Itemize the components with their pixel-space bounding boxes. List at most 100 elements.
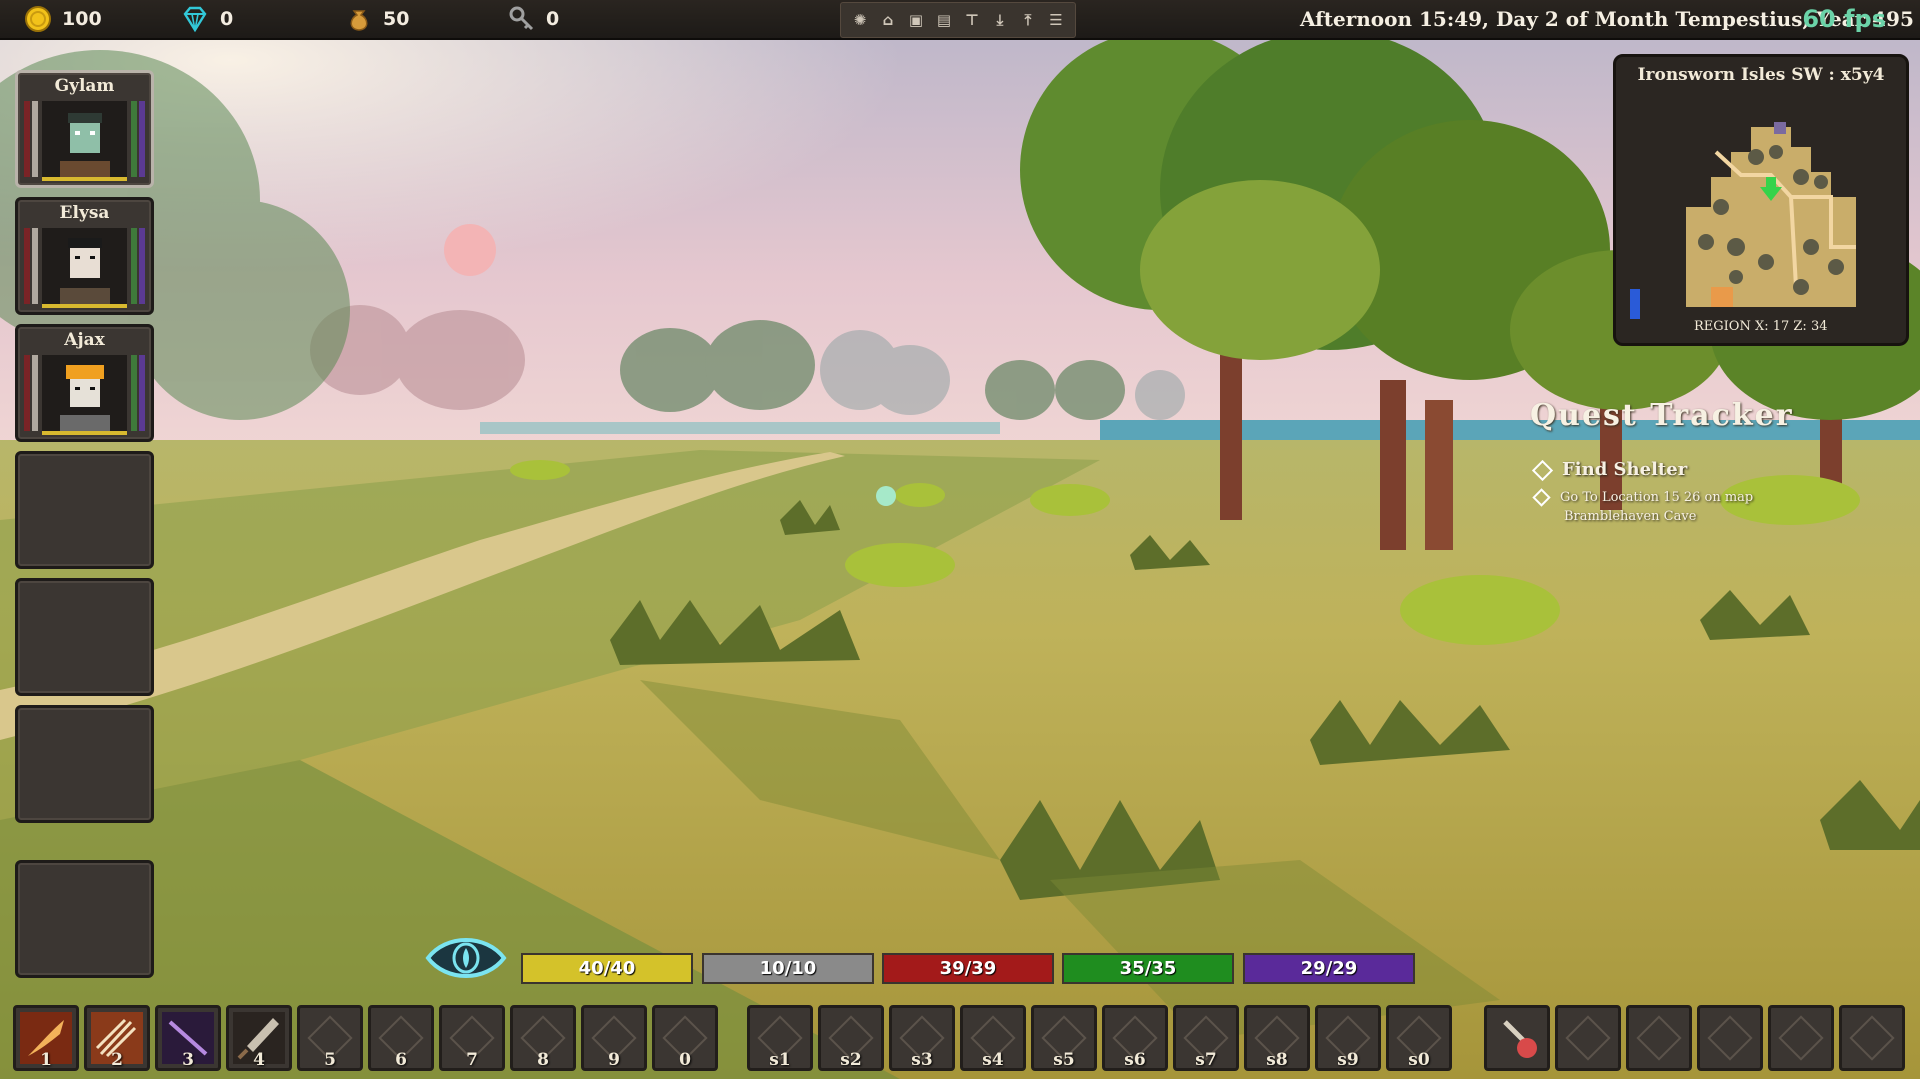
mana-bar	[131, 355, 137, 431]
magic-bar	[139, 101, 145, 177]
party-member-name: Gylam	[54, 76, 115, 96]
minimap-terrain	[1630, 122, 1856, 319]
party-slot-elysa[interactable]: Elysa	[15, 197, 154, 315]
home-icon[interactable]: ⌂	[875, 7, 901, 33]
hotbar-key: 9	[608, 1050, 620, 1070]
toolbar: ✺ ⌂ ▣ ▤ ⊤ ⤓ ⤒ ☰	[840, 2, 1076, 38]
skill-key: s1	[769, 1050, 791, 1070]
experience-bar	[42, 177, 127, 181]
chest-icon[interactable]: ▣	[903, 7, 929, 33]
hotbar-key: 1	[40, 1050, 52, 1070]
quest-entry[interactable]: Find Shelter	[1531, 459, 1688, 481]
quest-diamond-icon	[1531, 459, 1554, 481]
key-icon	[509, 6, 534, 31]
skill-slot-s0[interactable]: s0	[1386, 1005, 1452, 1071]
objective-diamond-icon	[1532, 488, 1551, 507]
hotbar-key: 2	[111, 1050, 123, 1070]
skill-slot-s8[interactable]: s8	[1244, 1005, 1310, 1071]
health-bar	[24, 101, 30, 177]
download-icon[interactable]: ⤓	[987, 7, 1013, 33]
upload-icon[interactable]: ⤒	[1015, 7, 1041, 33]
hotbar-key: 8	[537, 1050, 549, 1070]
pouch-counter: 50	[345, 0, 409, 38]
health-bar	[24, 355, 30, 431]
hotbar-slot-5[interactable]: 5	[297, 1005, 363, 1071]
hotbar-slot-4[interactable]: 4	[226, 1005, 292, 1071]
health-stat: 40/40	[521, 953, 693, 984]
item-slot-2[interactable]	[1555, 1005, 1621, 1071]
skill-key: s0	[1408, 1050, 1430, 1070]
skill-slot-s1[interactable]: s1	[747, 1005, 813, 1071]
skill-key: s8	[1266, 1050, 1288, 1070]
hotbar-key: 0	[679, 1050, 691, 1070]
empty-slot-icon	[1707, 1015, 1753, 1061]
magic-bar	[139, 228, 145, 304]
skill-slot-s7[interactable]: s7	[1173, 1005, 1239, 1071]
party-slot-empty[interactable]	[15, 860, 154, 978]
quest-name: Find Shelter	[1562, 459, 1688, 480]
hotbar-slot-0[interactable]: 0	[652, 1005, 718, 1071]
item-slot-6[interactable]	[1839, 1005, 1905, 1071]
hotbar-slot-6[interactable]: 6	[368, 1005, 434, 1071]
hotbar-key: 5	[324, 1050, 336, 1070]
skill-key: s3	[911, 1050, 933, 1070]
fps-counter: 60 fps	[1802, 5, 1886, 33]
skill-slot-s5[interactable]: s5	[1031, 1005, 1097, 1071]
eye-vision-icon[interactable]	[424, 930, 508, 986]
quest-tracker-title: Quest Tracker	[1530, 398, 1794, 433]
experience-bar	[42, 431, 127, 435]
key-counter: 0	[508, 0, 559, 38]
item-slot-3[interactable]	[1626, 1005, 1692, 1071]
item-slot-1[interactable]	[1484, 1005, 1550, 1071]
health-potion-icon	[1491, 1012, 1543, 1064]
top-bar: 100 0 50 0 ✺ ⌂ ▣ ▤ ⊤ ⤓ ⤒ ☰ Afternoon 15:…	[0, 0, 1920, 40]
skill-key: s6	[1124, 1050, 1146, 1070]
empty-slot-icon	[1565, 1015, 1611, 1061]
key-value: 0	[546, 8, 560, 30]
skill-slot-s9[interactable]: s9	[1315, 1005, 1381, 1071]
skill-slot-s6[interactable]: s6	[1102, 1005, 1168, 1071]
hotbar-slot-7[interactable]: 7	[439, 1005, 505, 1071]
health-bar	[24, 228, 30, 304]
hotbar-key: 7	[466, 1050, 478, 1070]
hotbar-slot-3[interactable]: 3	[155, 1005, 221, 1071]
party-slot-empty[interactable]	[15, 578, 154, 696]
party-slot-ajax[interactable]: Ajax	[15, 324, 154, 442]
map-icon[interactable]: ▤	[931, 7, 957, 33]
party-slot-gylam[interactable]: Gylam	[15, 70, 154, 188]
skill-slot-s4[interactable]: s4	[960, 1005, 1026, 1071]
anvil-icon[interactable]: ⊤	[959, 7, 985, 33]
pouch-value: 50	[383, 8, 410, 30]
hotbar-key: 4	[253, 1050, 265, 1070]
party-member-name: Ajax	[64, 330, 105, 350]
settings-icon[interactable]: ☰	[1043, 7, 1069, 33]
hotbar-slot-9[interactable]: 9	[581, 1005, 647, 1071]
stamina-stat: 35/35	[1062, 953, 1234, 984]
item-slot-5[interactable]	[1768, 1005, 1834, 1071]
skill-slot-s2[interactable]: s2	[818, 1005, 884, 1071]
stamina-bar	[32, 101, 38, 177]
hotbar-key: 6	[395, 1050, 407, 1070]
item-slot-4[interactable]	[1697, 1005, 1763, 1071]
hit-points-stat: 39/39	[882, 953, 1054, 984]
quest-objective: Go To Location 15 26 on map	[1532, 488, 1753, 507]
minimap-region-coords: REGION X: 17 Z: 34	[1694, 319, 1828, 334]
party-slot-empty[interactable]	[15, 451, 154, 569]
skill-key: s4	[982, 1050, 1004, 1070]
skill-slot-s3[interactable]: s3	[889, 1005, 955, 1071]
diamond-counter: 0	[180, 0, 233, 38]
brain-icon[interactable]: ✺	[847, 7, 873, 33]
hotbar-slot-8[interactable]: 8	[510, 1005, 576, 1071]
mana-bar	[131, 228, 137, 304]
minimap[interactable]: Ironsworn Isles SW : x5y4 REGION X: 17 Z…	[1613, 54, 1909, 346]
experience-bar	[42, 304, 127, 308]
gold-coin-icon	[25, 6, 51, 32]
skill-key: s2	[840, 1050, 862, 1070]
skill-key: s5	[1053, 1050, 1075, 1070]
hotbar-slot-1[interactable]: 1	[13, 1005, 79, 1071]
skill-key: s7	[1195, 1050, 1217, 1070]
stamina-bar	[32, 355, 38, 431]
character-portrait	[42, 355, 127, 431]
party-slot-empty[interactable]	[15, 705, 154, 823]
hotbar-slot-2[interactable]: 2	[84, 1005, 150, 1071]
